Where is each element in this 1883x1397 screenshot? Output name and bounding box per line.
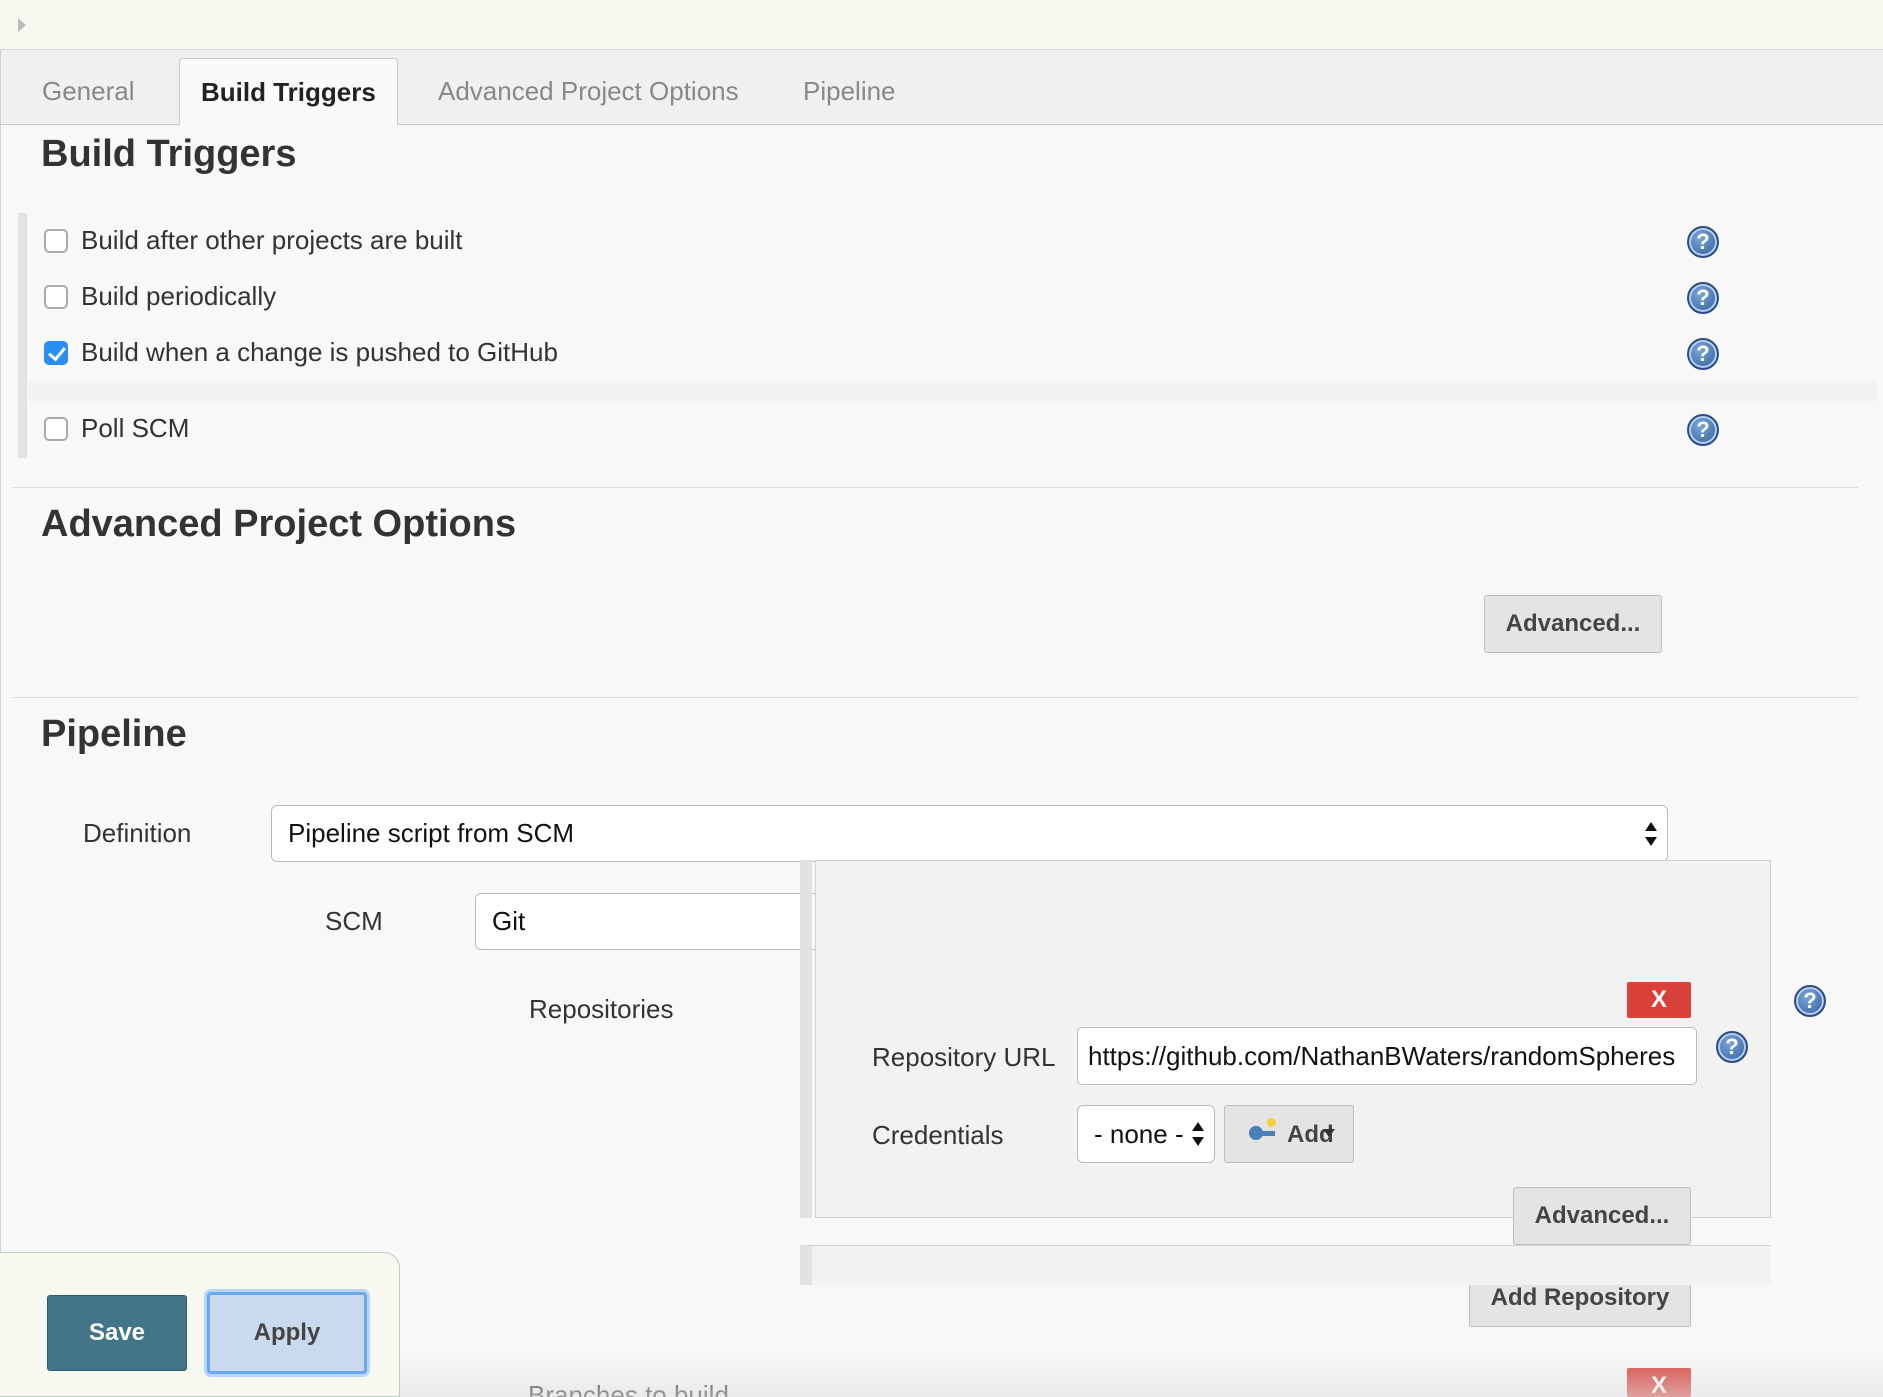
key-icon <box>1249 1118 1276 1140</box>
help-icon[interactable]: ? <box>1687 414 1719 446</box>
top-breadcrumb-bar <box>0 0 1883 50</box>
build-triggers-heading: Build Triggers <box>41 133 297 175</box>
credentials-label: Credentials <box>872 1120 1004 1150</box>
credentials-select[interactable]: - none - <box>1077 1105 1215 1163</box>
trigger-build-periodically: Build periodically <box>27 269 1877 325</box>
chevron-down-icon <box>1323 1129 1335 1137</box>
checkbox-build-after-other-projects[interactable] <box>44 229 68 253</box>
help-icon[interactable]: ? <box>1716 1031 1748 1063</box>
help-icon[interactable]: ? <box>1687 282 1719 314</box>
expand-caret-icon[interactable] <box>18 18 26 32</box>
remove-repository-button[interactable]: X <box>1627 982 1691 1018</box>
help-icon[interactable]: ? <box>1794 985 1826 1017</box>
trigger-github-push: Build when a change is pushed to GitHub <box>27 325 1877 381</box>
select-arrows-icon <box>1645 821 1657 846</box>
branches-to-build-label: Branches to build <box>528 1380 729 1397</box>
tab-advanced-project-options[interactable]: Advanced Project Options <box>417 58 760 125</box>
trigger-build-after-other-projects: Build after other projects are built <box>27 213 1877 269</box>
select-arrows-icon <box>1192 1122 1204 1146</box>
save-button[interactable]: Save <box>47 1295 187 1371</box>
trigger-label[interactable]: Build periodically <box>81 281 276 312</box>
trigger-label[interactable]: Poll SCM <box>81 413 189 444</box>
repository-url-label: Repository URL <box>872 1042 1056 1072</box>
scm-select-value: Git <box>492 906 526 936</box>
config-tab-bar: General Build Triggers Advanced Project … <box>0 50 1883 126</box>
remove-branch-button[interactable]: X <box>1627 1368 1691 1397</box>
help-icon[interactable]: ? <box>1687 338 1719 370</box>
branches-block <box>800 1245 1771 1285</box>
definition-select-value: Pipeline script from SCM <box>288 818 575 848</box>
trigger-poll-scm: Poll SCM <box>27 401 1877 457</box>
trigger-label[interactable]: Build when a change is pushed to GitHub <box>81 337 558 368</box>
credentials-select-value: - none - <box>1094 1119 1184 1149</box>
repository-advanced-button[interactable]: Advanced... <box>1513 1187 1691 1245</box>
tab-pipeline[interactable]: Pipeline <box>782 58 917 125</box>
help-icon[interactable]: ? <box>1687 226 1719 258</box>
repositories-label: Repositories <box>529 994 674 1024</box>
section-divider <box>12 697 1858 698</box>
repository-url-input[interactable]: https://github.com/NathanBWaters/randomS… <box>1077 1027 1697 1085</box>
build-triggers-list: Build after other projects are built Bui… <box>18 213 1877 458</box>
scm-label: SCM <box>325 906 383 936</box>
advanced-project-options-heading: Advanced Project Options <box>41 503 517 545</box>
pipeline-heading: Pipeline <box>41 713 187 755</box>
trigger-github-push-expanded <box>27 381 1877 401</box>
tab-general[interactable]: General <box>21 58 156 125</box>
tab-build-triggers[interactable]: Build Triggers <box>179 58 398 126</box>
checkbox-github-push[interactable] <box>44 341 68 365</box>
checkbox-poll-scm[interactable] <box>44 417 68 441</box>
definition-label: Definition <box>83 818 192 848</box>
advanced-options-button[interactable]: Advanced... <box>1484 595 1662 653</box>
apply-button[interactable]: Apply <box>207 1292 367 1374</box>
section-divider <box>12 487 1858 488</box>
checkbox-build-periodically[interactable] <box>44 285 68 309</box>
trigger-label[interactable]: Build after other projects are built <box>81 225 463 256</box>
definition-select[interactable]: Pipeline script from SCM <box>271 805 1668 862</box>
